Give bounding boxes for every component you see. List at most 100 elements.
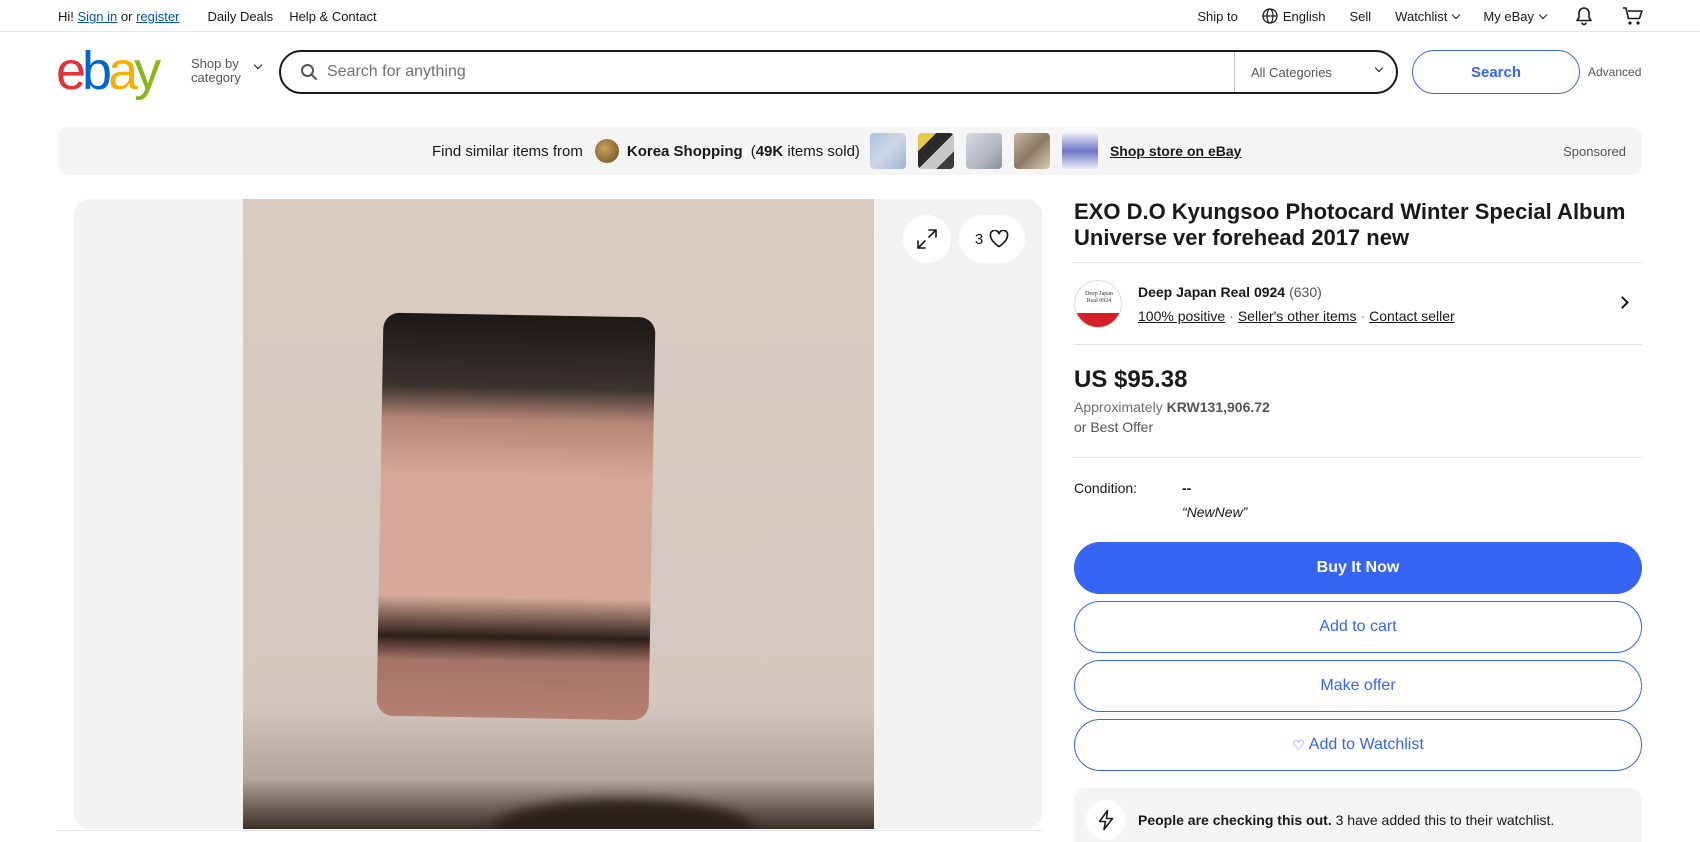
main-product-image[interactable] (243, 199, 874, 829)
search-input[interactable]: Search for anything (327, 63, 1234, 81)
watchlist-label: Watchlist (1395, 8, 1448, 24)
store-avatar[interactable] (594, 139, 619, 163)
globe-icon (1262, 8, 1278, 24)
sponsored-banner: Find similar items from Korea Shopping (… (58, 127, 1642, 175)
condition-description: “NewNew” (1182, 504, 1248, 520)
heart-icon: ♡ (1292, 736, 1305, 753)
search-bar: Search for anything All Categories (279, 50, 1398, 94)
store-item-thumbnail[interactable] (1061, 133, 1098, 169)
sell-link[interactable]: Sell (1349, 9, 1371, 24)
divider (1074, 457, 1642, 458)
positive-feedback-link[interactable]: 100% positive (1138, 308, 1225, 324)
advanced-search-link[interactable]: Advanced (1588, 65, 1641, 79)
sponsored-label: Sponsored (1563, 143, 1626, 159)
watchlist-menu[interactable]: Watchlist (1395, 8, 1461, 24)
logo-letter-b: b (82, 41, 112, 101)
category-select-label: All Categories (1251, 64, 1332, 80)
expand-icon (917, 229, 937, 249)
contact-seller-link[interactable]: Contact seller (1369, 308, 1455, 324)
seller-info[interactable]: Deep Japan Real 0924 (630) (1138, 284, 1322, 300)
add-to-watchlist-button[interactable]: ♡ Add to Watchlist (1074, 719, 1642, 771)
seller-name: Deep Japan Real 0924 (1138, 284, 1286, 300)
ebay-logo[interactable]: ebay (56, 41, 161, 101)
watch-notice-rest: 3 have added this to their watchlist. (1335, 812, 1555, 828)
buy-it-now-button[interactable]: Buy It Now (1074, 542, 1642, 594)
category-label: category (191, 70, 241, 85)
approx-label: Approximately (1074, 399, 1163, 415)
my-ebay-menu[interactable]: My eBay (1483, 8, 1548, 24)
photo-shadow (493, 799, 753, 829)
approx-price: Approximately KRW131,906.72 (1074, 399, 1270, 415)
language-label: English (1282, 8, 1326, 24)
separator-dot: · (1229, 308, 1234, 324)
cart-icon (1623, 7, 1643, 25)
seller-feedback-count: (630) (1289, 284, 1322, 300)
logo-letter-a: a (108, 41, 138, 101)
find-similar-text: Find similar items from (432, 142, 583, 160)
greeting-text: Hi! (58, 9, 74, 24)
store-item-thumbnail[interactable] (917, 133, 954, 169)
chevron-right-icon[interactable] (1616, 296, 1629, 309)
category-select[interactable]: All Categories (1234, 52, 1396, 92)
sold-suffix: items sold) (787, 142, 860, 160)
shop-by-label: Shop by (191, 56, 239, 71)
chevron-down-icon (253, 60, 263, 70)
expand-image-button[interactable] (903, 215, 951, 263)
divider (1074, 344, 1642, 345)
sold-info: (49K items sold) (750, 142, 860, 160)
register-link[interactable]: register (136, 9, 179, 24)
seller-avatar[interactable]: Deep Japan Real 0924 (1074, 280, 1122, 328)
lightning-icon (1086, 800, 1126, 840)
logo-letter-e: e (56, 41, 86, 101)
make-offer-button[interactable]: Make offer (1074, 660, 1642, 712)
store-item-thumbnail[interactable] (965, 133, 1002, 169)
chevron-down-icon (1538, 10, 1548, 19)
watch-notice-bold: People are checking this out. (1138, 812, 1332, 828)
seller-avatar-text: Deep Japan Real 0924 (1085, 291, 1113, 304)
banner-content: Find similar items from Korea Shopping (… (432, 127, 1241, 175)
sign-in-link[interactable]: Sign in (78, 9, 118, 24)
watch-count-button[interactable]: 3 (959, 215, 1025, 263)
seller-links: 100% positive · Seller's other items · C… (1138, 308, 1455, 324)
language-selector[interactable]: English (1262, 8, 1326, 24)
logo-letter-y: y (134, 41, 161, 101)
add-to-cart-button[interactable]: Add to cart (1074, 601, 1642, 653)
watch-notice-text: People are checking this out. 3 have add… (1138, 812, 1554, 828)
daily-deals-link[interactable]: Daily Deals (207, 9, 273, 24)
search-icon (297, 60, 321, 84)
bell-icon (1576, 7, 1592, 26)
shop-by-category-button[interactable]: Shop by category (191, 56, 263, 85)
my-ebay-label: My eBay (1483, 8, 1534, 24)
heart-icon (989, 230, 1009, 248)
top-bar-left: Hi! Sign in or register Daily Deals Help… (58, 9, 377, 24)
chevron-down-icon (1374, 63, 1384, 73)
add-to-watchlist-label: Add to Watchlist (1308, 736, 1424, 753)
seller-other-items-link[interactable]: Seller's other items (1238, 308, 1357, 324)
watch-notice: People are checking this out. 3 have add… (1074, 788, 1642, 842)
search-button[interactable]: Search (1412, 50, 1580, 94)
help-contact-link[interactable]: Help & Contact (289, 9, 376, 24)
sold-count: 49K (755, 142, 784, 160)
seller-avatar-band (1075, 313, 1121, 327)
store-item-thumbnail[interactable] (1013, 133, 1050, 169)
gallery-divider (58, 830, 1042, 831)
top-bar: Hi! Sign in or register Daily Deals Help… (0, 0, 1700, 32)
ship-to-link[interactable]: Ship to (1197, 9, 1237, 24)
cart-button[interactable] (1622, 6, 1644, 26)
condition-value: -- (1182, 480, 1192, 496)
condition-label: Condition: (1074, 480, 1138, 496)
watch-count: 3 (974, 230, 984, 248)
approx-value: KRW131,906.72 (1166, 399, 1270, 415)
store-item-thumbnail[interactable] (869, 133, 906, 169)
item-title: EXO D.O Kyungsoo Photocard Winter Specia… (1074, 199, 1626, 250)
item-price: US $95.38 (1074, 366, 1188, 393)
top-bar-right: Ship to English Sell Watchlist My eBay (1173, 0, 1644, 32)
notifications-button[interactable] (1574, 6, 1594, 26)
shop-store-link[interactable]: Shop store on eBay (1110, 143, 1241, 159)
store-name[interactable]: Korea Shopping (627, 143, 743, 160)
photocard (376, 312, 656, 721)
chevron-down-icon (1452, 10, 1461, 19)
best-offer-text: or Best Offer (1074, 419, 1154, 435)
image-gallery[interactable] (74, 199, 1042, 829)
or-text: or (120, 9, 133, 24)
